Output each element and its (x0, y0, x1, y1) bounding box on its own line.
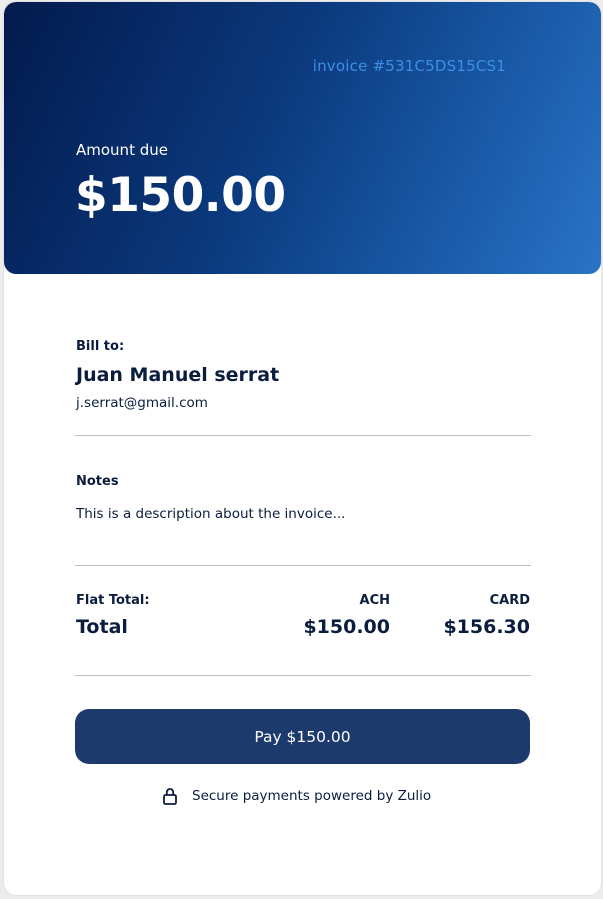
ach-label: ACH (359, 593, 390, 608)
invoice-card: invoice #531C5DS15CS1 Amount due $150.00… (4, 2, 601, 895)
ach-total-value: $150.00 (303, 616, 390, 638)
bill-to-label: Bill to: (76, 339, 125, 354)
secure-payments-note: Secure payments powered by Zulio (162, 787, 431, 805)
total-label: Total (76, 616, 128, 638)
amount-due-header: invoice #531C5DS15CS1 Amount due $150.00 (4, 2, 601, 274)
divider (75, 435, 531, 436)
flat-total-label: Flat Total: (76, 593, 150, 608)
customer-email: j.serrat@gmail.com (76, 395, 208, 411)
notes-text: This is a description about the invoice.… (76, 506, 346, 522)
customer-name: Juan Manuel serrat (76, 364, 280, 386)
pay-button[interactable]: Pay $150.00 (75, 709, 530, 764)
invoice-number: invoice #531C5DS15CS1 (312, 57, 506, 75)
lock-icon (162, 787, 178, 805)
card-label: CARD (489, 593, 530, 608)
amount-due-label: Amount due (76, 141, 168, 159)
secure-payments-text: Secure payments powered by Zulio (192, 788, 432, 804)
amount-due-value: $150.00 (75, 168, 286, 223)
card-total-value: $156.30 (443, 616, 530, 638)
notes-label: Notes (76, 474, 119, 489)
divider (75, 565, 531, 566)
divider (75, 675, 531, 676)
